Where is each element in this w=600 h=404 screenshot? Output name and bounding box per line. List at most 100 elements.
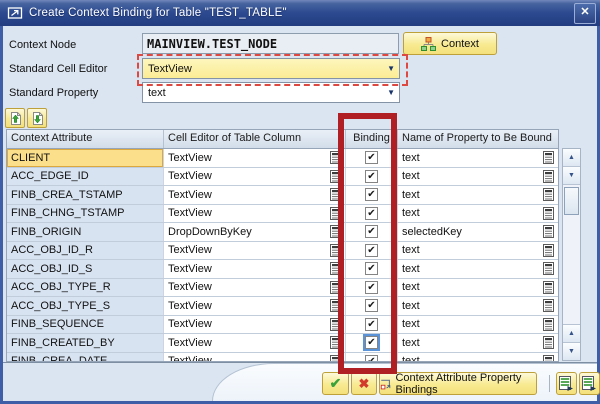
attribute-cell[interactable]: ACC_OBJ_TYPE_R — [7, 278, 164, 296]
copy-up-button[interactable] — [5, 108, 25, 128]
property-cell[interactable]: text — [398, 334, 558, 352]
editor-value: TextView — [168, 151, 212, 164]
property-cell[interactable]: text — [398, 315, 558, 333]
binding-checkbox[interactable] — [365, 169, 378, 183]
value-list-icon[interactable] — [330, 243, 341, 257]
value-list-icon[interactable] — [330, 206, 341, 220]
standard-property-select[interactable]: text ▼ — [142, 82, 400, 103]
value-list-icon[interactable] — [543, 317, 554, 331]
binding-checkbox[interactable] — [363, 334, 380, 352]
property-cell[interactable]: text — [398, 241, 558, 259]
binding-checkbox[interactable] — [365, 188, 378, 202]
value-list-icon[interactable] — [543, 280, 554, 294]
configuration-button-1[interactable] — [556, 372, 577, 395]
editor-cell[interactable]: TextView — [164, 315, 346, 333]
editor-cell[interactable]: TextView — [164, 149, 346, 167]
editor-cell[interactable]: TextView — [164, 204, 346, 222]
context-node-field[interactable]: MAINVIEW.TEST_NODE — [142, 33, 399, 54]
scrollbar-thumb[interactable] — [564, 187, 579, 215]
editor-cell[interactable]: TextView — [164, 241, 346, 259]
value-list-icon[interactable] — [543, 188, 554, 202]
scroll-down-button[interactable]: ▼ — [563, 342, 580, 360]
value-list-icon[interactable] — [330, 317, 341, 331]
cancel-button[interactable]: ✖ — [351, 372, 377, 395]
confirm-button[interactable]: ✔ — [322, 372, 349, 395]
editor-cell[interactable]: TextView — [164, 167, 346, 185]
attribute-cell[interactable]: FINB_CHNG_TSTAMP — [7, 204, 164, 222]
editor-cell[interactable]: TextView — [164, 297, 346, 315]
context-attribute-property-bindings-button[interactable]: Context Attribute Property Bindings — [379, 372, 537, 396]
property-cell[interactable]: selectedKey — [398, 223, 558, 241]
binding-checkbox[interactable] — [365, 280, 378, 294]
property-value: text — [402, 207, 420, 220]
value-list-icon[interactable] — [543, 225, 554, 239]
value-list-icon[interactable] — [543, 262, 554, 276]
col-header-property[interactable]: Name of Property to Be Bound — [398, 130, 558, 148]
value-list-icon[interactable] — [543, 336, 554, 350]
chevron-down-icon[interactable]: ▼ — [387, 65, 395, 73]
binding-checkbox[interactable] — [365, 317, 378, 331]
attribute-cell[interactable]: FINB_SEQUENCE — [7, 315, 164, 333]
configuration-button-2[interactable] — [579, 372, 600, 395]
attribute-cell[interactable]: FINB_ORIGIN — [7, 223, 164, 241]
context-button[interactable]: Context — [403, 32, 497, 55]
attribute-cell[interactable]: CLIENT — [7, 149, 164, 167]
value-list-icon[interactable] — [543, 299, 554, 313]
vertical-scrollbar[interactable]: ▲ ▼ ▲ ▼ — [562, 148, 581, 361]
editor-cell[interactable]: TextView — [164, 352, 346, 362]
attribute-cell[interactable]: ACC_OBJ_ID_S — [7, 260, 164, 278]
editor-cell[interactable]: TextView — [164, 260, 346, 278]
attribute-cell[interactable]: FINB_CREATED_BY — [7, 334, 164, 352]
value-list-icon[interactable] — [330, 225, 341, 239]
property-cell[interactable]: text — [398, 204, 558, 222]
editor-cell[interactable]: TextView — [164, 186, 346, 204]
attribute-cell[interactable]: FINB_CREA_DATE — [7, 352, 164, 361]
value-list-icon[interactable] — [330, 262, 341, 276]
attribute-cell[interactable]: ACC_OBJ_TYPE_S — [7, 297, 164, 315]
binding-checkbox[interactable] — [365, 243, 378, 257]
editor-cell[interactable]: TextView — [164, 278, 346, 296]
scroll-down-button[interactable]: ▼ — [563, 167, 580, 185]
property-cell[interactable]: text — [398, 186, 558, 204]
value-list-icon[interactable] — [543, 243, 554, 257]
col-header-cell-editor[interactable]: Cell Editor of Table Column — [164, 130, 346, 148]
property-cell[interactable]: text — [398, 352, 558, 362]
property-cell[interactable]: text — [398, 278, 558, 296]
binding-checkbox[interactable] — [365, 299, 378, 313]
binding-checkbox[interactable] — [365, 262, 378, 276]
value-list-icon[interactable] — [543, 169, 554, 183]
property-cell[interactable]: text — [398, 149, 558, 167]
binding-checkbox[interactable] — [365, 225, 378, 239]
attribute-cell[interactable]: ACC_EDGE_ID — [7, 167, 164, 185]
scroll-up-button[interactable]: ▲ — [563, 324, 580, 342]
value-list-icon[interactable] — [330, 354, 341, 362]
property-cell[interactable]: text — [398, 167, 558, 185]
col-header-binding[interactable]: Binding — [346, 130, 398, 148]
property-value: text — [402, 318, 420, 331]
binding-checkbox[interactable] — [365, 206, 378, 220]
value-list-icon[interactable] — [330, 299, 341, 313]
attribute-cell[interactable]: ACC_OBJ_ID_R — [7, 241, 164, 259]
value-list-icon[interactable] — [330, 280, 341, 294]
binding-checkbox[interactable] — [365, 354, 378, 361]
value-list-icon[interactable] — [543, 354, 554, 362]
binding-checkbox[interactable] — [365, 151, 378, 165]
value-list-icon[interactable] — [543, 206, 554, 220]
value-list-icon[interactable] — [330, 169, 341, 183]
scroll-up-button[interactable]: ▲ — [563, 149, 580, 167]
editor-cell[interactable]: TextView — [164, 334, 346, 352]
value-list-icon[interactable] — [330, 151, 341, 165]
attribute-cell[interactable]: FINB_CREA_TSTAMP — [7, 186, 164, 204]
chevron-down-icon[interactable]: ▼ — [387, 89, 395, 97]
col-header-context-attribute[interactable]: Context Attribute — [7, 130, 164, 148]
value-list-icon[interactable] — [330, 188, 341, 202]
property-cell[interactable]: text — [398, 297, 558, 315]
editor-cell[interactable]: DropDownByKey — [164, 223, 346, 241]
standard-cell-editor-select[interactable]: TextView ▼ — [142, 58, 400, 79]
copy-down-button[interactable] — [27, 108, 47, 128]
value-list-icon[interactable] — [330, 336, 341, 350]
close-button[interactable]: ✕ — [574, 3, 596, 24]
property-cell[interactable]: text — [398, 260, 558, 278]
property-value: text — [402, 151, 420, 164]
value-list-icon[interactable] — [543, 151, 554, 165]
